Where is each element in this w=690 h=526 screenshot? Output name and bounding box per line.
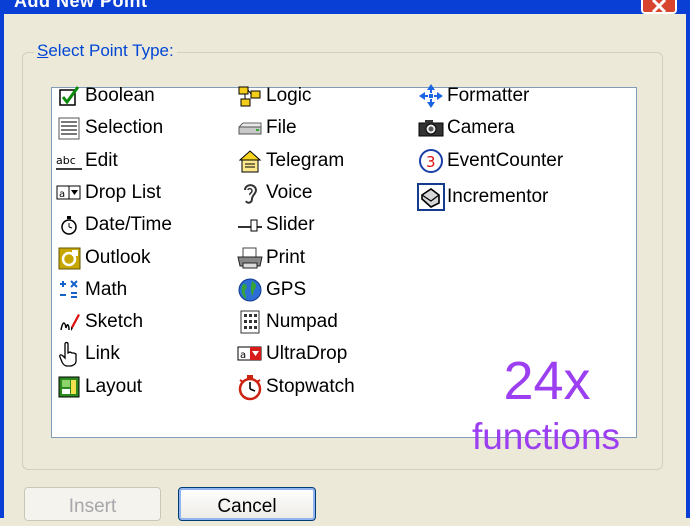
point-type-item-gps[interactable]: GPS (236, 277, 306, 303)
incrementor-icon (417, 182, 445, 211)
point-type-label: Incrementor (447, 185, 549, 207)
point-type-label: Math (85, 278, 128, 300)
list-lines-icon (55, 115, 83, 141)
close-button[interactable] (641, 0, 677, 14)
point-type-item-boolean[interactable]: Boolean (55, 83, 155, 109)
file-drive-icon (236, 115, 264, 141)
slider-icon (236, 212, 264, 238)
numpad-icon (236, 309, 264, 335)
point-type-item-edit[interactable]: abc Edit (55, 148, 118, 174)
layout-icon (55, 374, 83, 400)
point-type-item-link[interactable]: Link (55, 341, 120, 368)
svg-text:3: 3 (426, 153, 436, 171)
telegram-house-icon (236, 148, 264, 174)
promo-count: 24x (503, 351, 591, 411)
logic-blocks-icon (236, 83, 264, 109)
point-type-label: Print (266, 246, 306, 268)
promo-word: functions (471, 416, 621, 457)
point-type-item-camera[interactable]: Camera (417, 115, 515, 141)
point-type-label: Formatter (447, 85, 530, 106)
point-type-item-file[interactable]: File (236, 115, 297, 141)
point-type-item-layout[interactable]: Layout (55, 374, 142, 400)
point-type-label: Outlook (85, 246, 151, 268)
point-type-label: Logic (266, 85, 312, 106)
point-type-label: Date/Time (85, 214, 172, 236)
point-type-label: File (266, 117, 297, 139)
point-type-label: Camera (447, 117, 515, 139)
dropdown-icon: a (55, 180, 83, 206)
point-type-item-drop-list[interactable]: a Drop List (55, 180, 161, 206)
point-type-label: Stopwatch (266, 375, 355, 397)
point-type-item-stopwatch[interactable]: Stopwatch (236, 374, 355, 400)
point-type-item-ultradrop[interactable]: a UltraDrop (236, 341, 347, 367)
svg-text:a: a (240, 350, 246, 361)
point-type-label: Sketch (85, 311, 144, 333)
point-type-label: Link (85, 343, 120, 365)
cancel-button[interactable]: Cancel (178, 487, 316, 521)
outlook-icon (55, 245, 83, 271)
stopwatch-icon (236, 374, 264, 400)
ultradrop-icon: a (236, 341, 264, 367)
point-type-label: Numpad (266, 311, 338, 333)
point-type-label: Selection (85, 117, 164, 139)
point-type-label: EventCounter (447, 149, 564, 171)
point-type-label: Telegram (266, 149, 345, 171)
point-type-item-date-time[interactable]: Date/Time (55, 212, 172, 238)
point-type-item-math[interactable]: Math (55, 277, 127, 303)
window-title: Add New Point (14, 0, 148, 11)
point-type-label: Layout (85, 375, 143, 397)
point-type-item-eventcounter[interactable]: 3 EventCounter (417, 148, 563, 174)
svg-text:abc: abc (56, 154, 76, 167)
point-type-item-formatter[interactable]: Formatter (417, 83, 529, 109)
point-type-label: UltraDrop (266, 343, 348, 365)
point-type-item-numpad[interactable]: Numpad (236, 309, 338, 335)
group-label: Select Point Type: (34, 41, 177, 61)
printer-icon (236, 245, 264, 271)
point-type-label: Drop List (85, 181, 162, 203)
ear-icon (236, 180, 264, 206)
title-bar[interactable]: Add New Point (0, 0, 690, 14)
point-type-item-slider[interactable]: Slider (236, 212, 315, 238)
checkbox-icon (55, 83, 83, 109)
point-type-label: GPS (266, 278, 307, 300)
point-type-item-logic[interactable]: Logic (236, 83, 311, 109)
point-type-label: Boolean (85, 85, 155, 106)
point-type-item-selection[interactable]: Selection (55, 115, 163, 141)
close-icon (651, 0, 667, 14)
point-type-label: Slider (266, 214, 315, 236)
hand-pointer-icon (55, 341, 83, 368)
insert-button[interactable]: Insert (24, 487, 161, 521)
point-type-item-incrementor[interactable]: Incrementor (417, 182, 549, 211)
point-type-item-sketch[interactable]: Sketch (55, 309, 143, 335)
point-type-label: Edit (85, 149, 118, 171)
point-type-item-outlook[interactable]: Outlook (55, 245, 150, 271)
counter-3-icon: 3 (417, 148, 445, 174)
point-type-item-telegram[interactable]: Telegram (236, 148, 344, 174)
svg-text:a: a (59, 189, 65, 200)
point-type-item-voice[interactable]: Voice (236, 180, 312, 206)
formatter-arrows-icon (417, 83, 445, 109)
point-type-list[interactable]: Boolean Selection abc Edit a Drop List Date/Ti… (51, 84, 637, 457)
textbox-abc-icon: abc (55, 148, 83, 174)
point-type-label: Voice (266, 181, 313, 203)
math-operators-icon (55, 277, 83, 303)
point-type-item-print[interactable]: Print (236, 245, 305, 271)
camera-icon (417, 115, 445, 141)
sketch-pen-icon (55, 309, 83, 335)
stopwatch-clock-icon (55, 212, 83, 238)
globe-icon (236, 277, 264, 303)
